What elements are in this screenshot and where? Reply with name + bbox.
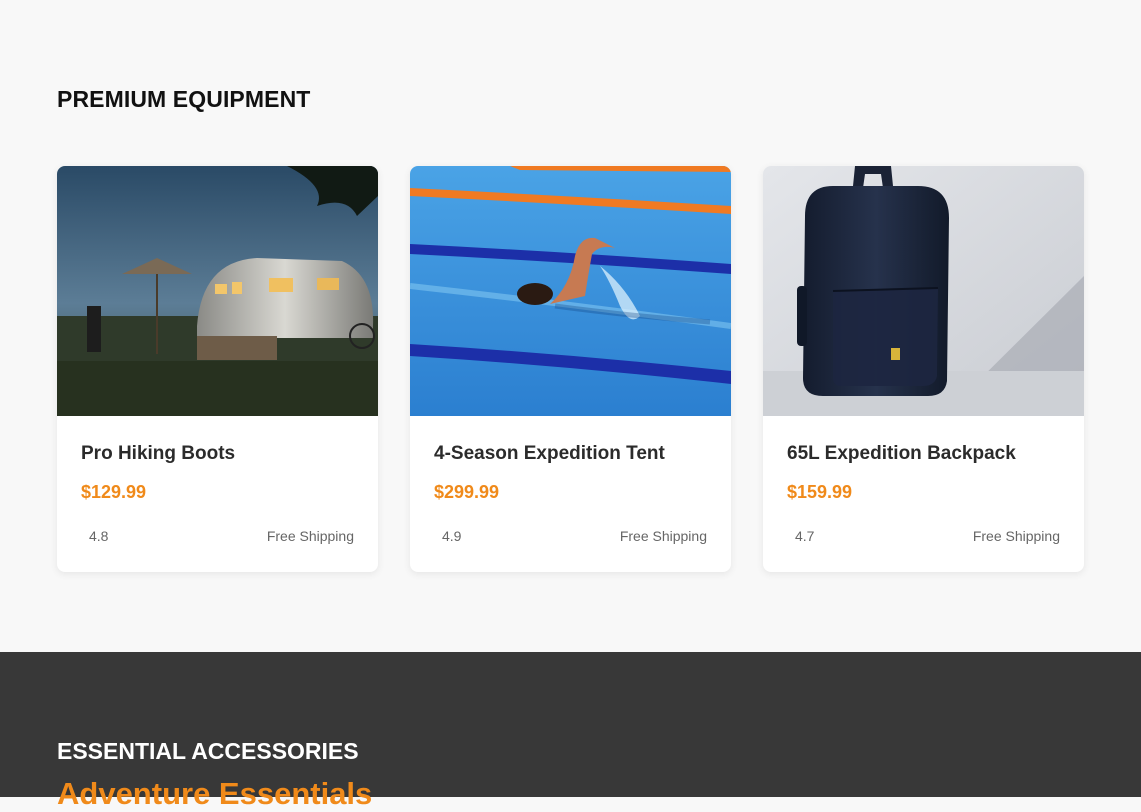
product-card[interactable]: 4-Season Expedition Tent $299.99 4.9 Fre… <box>410 166 731 572</box>
product-name[interactable]: 4-Season Expedition Tent <box>434 443 665 465</box>
product-price: $299.99 <box>434 482 500 502</box>
star-icon <box>434 529 442 543</box>
shipping-label: Free Shipping <box>266 528 354 544</box>
rating-value: 4.9 <box>442 528 462 544</box>
premium-equipment-section: PREMIUM EQUIPMENT Pro Hiking Boots $129.… <box>0 0 1141 652</box>
product-rating: 4.7 <box>787 528 814 544</box>
product-price: $159.99 <box>787 482 853 502</box>
section-subtitle: Adventure Essentials <box>57 776 373 811</box>
section-title: ESSENTIAL ACCESSORIES <box>57 738 359 764</box>
product-card[interactable]: 65L Expedition Backpack $159.99 4.7 Free… <box>763 166 1084 572</box>
product-image[interactable] <box>57 166 378 416</box>
product-rating: 4.8 <box>81 528 108 544</box>
rating-value: 4.8 <box>89 528 109 544</box>
shipping-label: Free Shipping <box>619 528 707 544</box>
star-icon <box>81 529 89 543</box>
product-image[interactable] <box>763 166 1084 416</box>
shipping-label: Free Shipping <box>972 528 1060 544</box>
essential-accessories-section: ESSENTIAL ACCESSORIES Adventure Essentia… <box>0 652 1141 811</box>
product-card[interactable]: Pro Hiking Boots $129.99 4.8 Free Shippi… <box>57 166 378 572</box>
section-title: PREMIUM EQUIPMENT <box>57 86 311 112</box>
product-image[interactable] <box>410 166 731 416</box>
rating-value: 4.7 <box>795 528 815 544</box>
product-name[interactable]: 65L Expedition Backpack <box>787 443 1016 465</box>
star-icon <box>787 529 795 543</box>
product-price: $129.99 <box>81 482 147 502</box>
product-rating: 4.9 <box>434 528 461 544</box>
product-name[interactable]: Pro Hiking Boots <box>81 443 235 465</box>
